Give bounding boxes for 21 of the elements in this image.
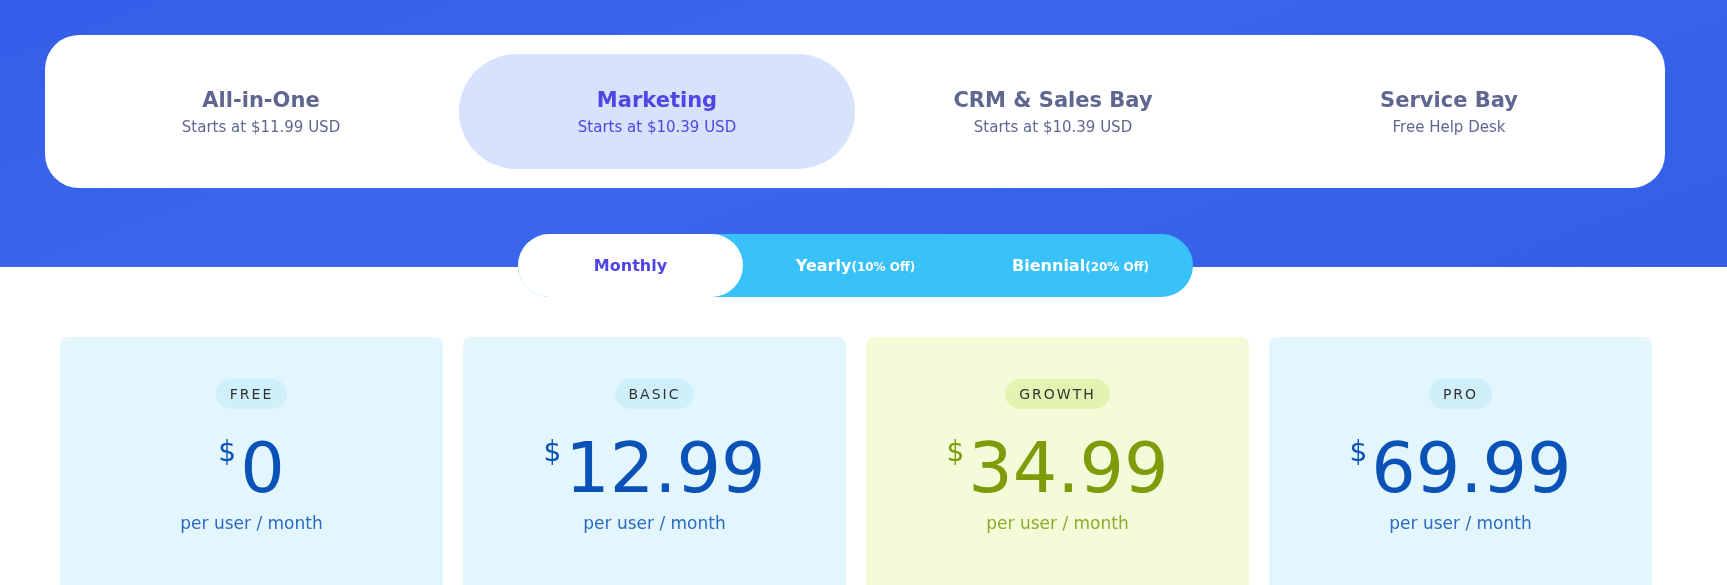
product-tab[interactable]: CRM & Sales Bay Starts at $10.39 USD — [855, 54, 1251, 169]
price: 12.99 — [565, 426, 766, 511]
price-period: per user / month — [180, 513, 323, 533]
product-tab[interactable]: Service Bay Free Help Desk — [1251, 54, 1647, 169]
price: 0 — [240, 426, 285, 511]
price-period: per user / month — [986, 513, 1129, 533]
price-period: per user / month — [583, 513, 726, 533]
currency-symbol: $ — [946, 435, 965, 468]
currency-symbol: $ — [218, 435, 237, 468]
plan-badge: FREE — [215, 379, 288, 409]
plan-badge: GROWTH — [1005, 379, 1110, 409]
plan-badge: PRO — [1428, 379, 1493, 409]
billing-tab[interactable]: Monthly — [518, 234, 743, 297]
price: 69.99 — [1371, 426, 1572, 511]
price: 34.99 — [968, 426, 1169, 511]
plan-badge: BASIC — [614, 379, 695, 409]
currency-symbol: $ — [543, 435, 562, 468]
product-tab[interactable]: All-in-One Starts at $11.99 USD — [63, 54, 459, 169]
price-period: per user / month — [1389, 513, 1532, 533]
currency-symbol: $ — [1349, 435, 1368, 468]
product-tab[interactable]: Marketing Starts at $10.39 USD — [459, 54, 855, 169]
